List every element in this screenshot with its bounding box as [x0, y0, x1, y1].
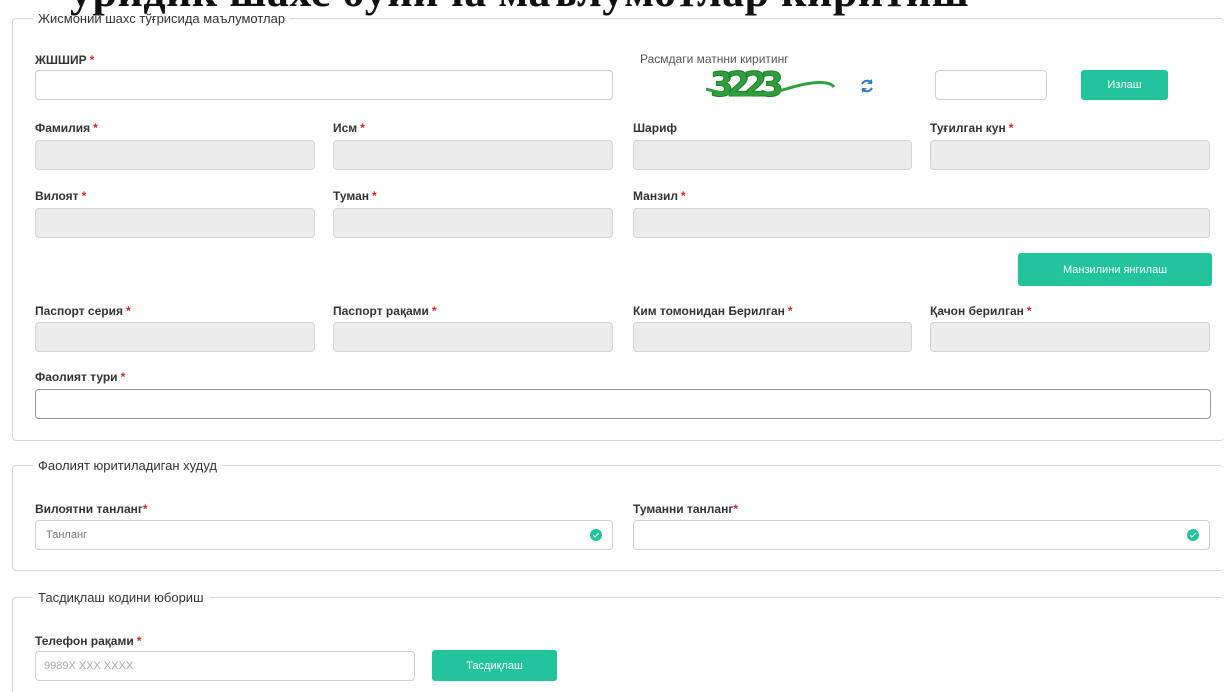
required-mark: * — [431, 304, 437, 318]
region-input[interactable] — [35, 208, 315, 238]
captcha-input[interactable] — [935, 70, 1047, 100]
issued-date-input[interactable] — [930, 322, 1210, 352]
patronymic-input[interactable] — [633, 140, 912, 170]
required-mark: * — [93, 121, 98, 135]
required-mark: * — [136, 634, 142, 648]
issued-date-label: Қачон берилган * — [930, 304, 1032, 318]
passport-number-input[interactable] — [333, 322, 613, 352]
refresh-captcha-icon[interactable] — [859, 78, 875, 94]
birth-date-label: Туғилган кун * — [930, 121, 1014, 135]
activity-type-input[interactable] — [35, 389, 1211, 419]
required-mark: * — [1026, 304, 1032, 318]
required-mark: * — [360, 121, 365, 135]
address-input[interactable] — [633, 208, 1210, 238]
issued-by-label: Ким томонидан Берилган * — [633, 304, 793, 318]
region-select[interactable]: Танланг — [35, 520, 613, 550]
birth-date-input[interactable] — [930, 140, 1210, 170]
required-mark: * — [787, 304, 793, 318]
passport-series-label: Паспорт серия * — [35, 304, 131, 318]
required-mark: * — [120, 370, 126, 384]
required-mark: * — [126, 304, 131, 318]
activity-territory-legend: Фаолият юритиладиган худуд — [38, 458, 217, 473]
check-circle-icon — [590, 529, 602, 541]
confirm-button[interactable]: Тасдиқлаш — [432, 650, 557, 681]
jshshir-label: ЖШШИР * — [35, 53, 95, 67]
first-name-input[interactable] — [333, 140, 613, 170]
personal-info-legend: Жисмоний шахс тўғрисида маълумотлар — [38, 11, 286, 26]
district-select-label: Туманни танланг* — [633, 502, 739, 516]
patronymic-label: Шариф — [633, 121, 677, 135]
issued-by-input[interactable] — [633, 322, 912, 352]
search-button[interactable]: Излаш — [1081, 70, 1168, 100]
required-mark: * — [1008, 121, 1014, 135]
check-circle-icon — [1187, 529, 1199, 541]
required-mark: * — [681, 189, 686, 203]
activity-type-label: Фаолият тури * — [35, 370, 126, 384]
captcha-label: Расмдаги матнни киритинг — [640, 52, 789, 66]
required-mark: * — [733, 502, 739, 516]
required-mark: * — [142, 502, 148, 516]
activity-territory-section: Фаолият юритиладиган худуд — [12, 458, 1224, 571]
last-name-input[interactable] — [35, 140, 315, 170]
passport-series-input[interactable] — [35, 322, 315, 352]
region-label: Вилоят * — [35, 189, 87, 203]
last-name-label: Фамилия * — [35, 121, 98, 135]
phone-input[interactable] — [35, 651, 415, 681]
update-address-button[interactable]: Манзилини янгилаш — [1018, 253, 1212, 286]
send-code-legend: Тасдиқлаш кодини юбориш — [38, 590, 204, 605]
region-select-label: Вилоятни танланг* — [35, 502, 148, 516]
first-name-label: Исм * — [333, 121, 365, 135]
passport-number-label: Паспорт рақами * — [333, 304, 437, 318]
captcha-image: 3223 — [706, 67, 836, 101]
required-mark: * — [89, 53, 95, 67]
district-label: Туман * — [333, 189, 377, 203]
required-mark: * — [372, 189, 377, 203]
region-select-value: Танланг — [46, 529, 88, 541]
phone-label: Телефон рақами * — [35, 634, 142, 648]
district-select[interactable] — [633, 520, 1210, 550]
jshshir-input[interactable] — [35, 70, 613, 100]
address-label: Манзил * — [633, 189, 686, 203]
required-mark: * — [81, 189, 87, 203]
district-input[interactable] — [333, 208, 613, 238]
